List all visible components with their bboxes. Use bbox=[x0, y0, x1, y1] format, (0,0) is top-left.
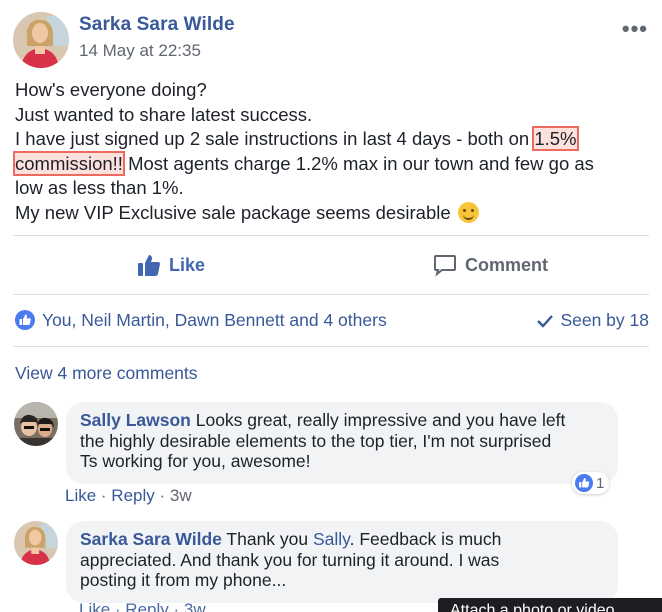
comment-label: Comment bbox=[465, 254, 549, 275]
post-line: How's everyone doing? bbox=[15, 79, 207, 100]
divider bbox=[13, 235, 649, 236]
comment-text-segment: Thank you bbox=[221, 529, 313, 549]
post-line: commission!! Most agents charge 1.2% max… bbox=[13, 150, 655, 177]
comment-text-line: posting it from my phone... bbox=[80, 570, 287, 590]
comment-text-line: Sarka Sara Wilde Thank you Sally. Feedba… bbox=[80, 529, 604, 550]
author-name[interactable]: Sarka Sara Wilde bbox=[79, 14, 235, 36]
post-line: low as less than 1%. bbox=[15, 177, 184, 198]
comment-bubble: Sarka Sara Wilde Thank you Sally. Feedba… bbox=[66, 521, 618, 603]
comment-like-link[interactable]: Like bbox=[65, 486, 96, 505]
highlighted-text: commission!! bbox=[13, 150, 125, 176]
commenter-name[interactable]: Sally Lawson bbox=[80, 410, 191, 430]
comment-icon bbox=[434, 255, 456, 277]
checkmark-icon bbox=[537, 314, 554, 328]
like-label: Like bbox=[169, 254, 206, 275]
commenter-avatar[interactable] bbox=[14, 402, 58, 446]
comment-text-line: the highly desirable elements to the top… bbox=[80, 430, 552, 451]
comment-text-line: Ts working for you, awesome! bbox=[80, 451, 311, 471]
mention-link[interactable]: Sally bbox=[313, 529, 350, 549]
commenter-name[interactable]: Sarka Sara Wilde bbox=[80, 529, 222, 549]
comment-actions: Like · Reply · 3w bbox=[65, 486, 192, 506]
comment-reply-link[interactable]: Reply bbox=[111, 486, 154, 505]
post-line: I have just signed up 2 sale instruction… bbox=[15, 126, 655, 152]
post-line: My new VIP Exclusive sale package seems … bbox=[15, 201, 655, 226]
like-reaction-icon bbox=[575, 474, 593, 492]
comment-text-line: Sally Lawson Looks great, really impress… bbox=[80, 410, 604, 431]
post-timestamp[interactable]: 14 May at 22:35 bbox=[79, 41, 201, 61]
post-text: How's everyone doing? Just wanted to sha… bbox=[13, 78, 655, 226]
comment-text-line: appreciated. And thank you for turning i… bbox=[80, 549, 500, 570]
post-text-segment: Most agents charge 1.2% max in our town … bbox=[122, 152, 594, 174]
post-text-segment: I have just signed up 2 sale instruction… bbox=[15, 128, 535, 149]
reaction-count-value: 1 bbox=[596, 474, 605, 492]
commenter-avatar[interactable] bbox=[14, 521, 58, 565]
comment-button[interactable]: Comment bbox=[433, 250, 548, 280]
highlighted-text: 1.5% bbox=[532, 126, 579, 151]
separator: · bbox=[96, 486, 112, 505]
comment-time[interactable]: 3w bbox=[170, 486, 192, 505]
tooltip: Attach a photo or video bbox=[438, 598, 662, 612]
author-avatar[interactable] bbox=[13, 12, 69, 68]
reactors-list[interactable]: You, Neil Martin, Dawn Bennett and 4 oth… bbox=[42, 310, 387, 331]
comment-bubble: Sally Lawson Looks great, really impress… bbox=[66, 402, 618, 484]
more-options-icon[interactable]: ••• bbox=[622, 16, 648, 42]
comment-reaction-count[interactable]: 1 bbox=[572, 472, 610, 494]
post-line: Just wanted to share latest success. bbox=[15, 103, 313, 125]
thumbs-up-icon bbox=[138, 255, 160, 276]
view-more-comments-link[interactable]: View 4 more comments bbox=[15, 363, 198, 384]
smiling-emoji-icon bbox=[457, 201, 479, 223]
separator: · bbox=[154, 486, 170, 505]
reactions-summary: You, Neil Martin, Dawn Bennett and 4 oth… bbox=[15, 308, 649, 332]
post-text-segment: My new VIP Exclusive sale package seems … bbox=[15, 201, 451, 223]
comment-text-segment: . Feedback is much bbox=[349, 529, 502, 549]
divider bbox=[13, 346, 649, 347]
comment-text-segment: Looks great, really impressive and you h… bbox=[190, 410, 566, 430]
post-header: Sarka Sara Wilde 14 May at 22:35 ••• bbox=[13, 12, 662, 68]
seen-by-label: Seen by 18 bbox=[560, 310, 649, 330]
seen-by[interactable]: Seen by 18 bbox=[536, 310, 649, 331]
like-button[interactable]: Like bbox=[137, 250, 205, 280]
like-reaction-icon bbox=[15, 310, 35, 330]
comment-actions-partial[interactable]: Like · Reply · 3w bbox=[79, 600, 206, 612]
divider bbox=[13, 294, 649, 295]
